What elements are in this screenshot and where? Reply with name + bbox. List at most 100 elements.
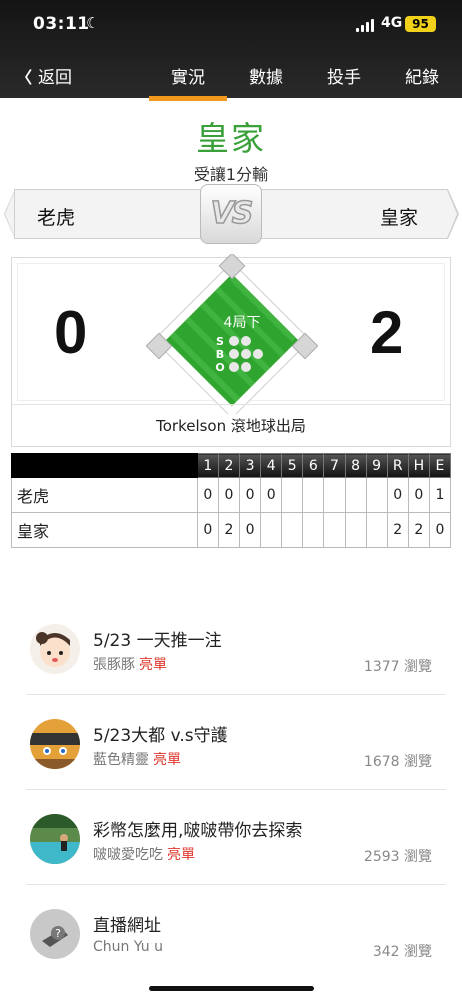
inning-label: 4局下 [224,315,261,331]
away-team-name: 老虎 [37,207,76,229]
score-cell: 0 [217,477,241,513]
col-header: 4 [260,453,283,478]
baseball-diamond: 4局下 S B O [145,254,319,414]
away-score: 0 [54,299,88,366]
list-item[interactable]: 5/23 一天推一注 張豚豚 亮單 1377 瀏覽 [26,600,446,695]
status-bar: 03:11 ☾ 4G 95 [0,14,462,38]
article-author: 藍色精靈 亮單 [93,749,181,769]
col-header: 8 [344,453,367,478]
article-author: 啵啵愛吃吃 亮單 [93,844,195,864]
article-author: Chun Yu u [93,939,163,955]
team-cell: 老虎 [11,477,198,513]
article-list: 5/23 一天推一注 張豚豚 亮單 1377 瀏覽 5/23大都 v.s守護 藍色… [26,600,446,980]
score-cell: 0 [260,477,283,513]
ball-label: B [216,348,224,361]
winner-title: 皇家 [196,119,266,158]
author-name: Chun Yu u [93,939,163,955]
article-tag: 亮單 [167,847,195,863]
author-name: 啵啵愛吃吃 [93,847,163,863]
col-header: H [407,453,430,478]
score-cell: 2 [217,512,241,548]
linescore-header: 1 2 3 4 5 6 7 8 9 R H E [11,453,452,478]
back-label: 返回 [38,68,73,88]
article-views: 1377 瀏覽 [363,659,432,675]
status-time: 03:11 [33,14,90,34]
scoreboard: 0 2 4局下 S B O Torkelson 滾地球出局 [11,254,451,447]
score-cell: 0 [428,512,452,548]
article-views: 2593 瀏覽 [363,849,432,865]
article-title: 直播網址 [93,916,161,936]
linescore-row-away: 老虎 0 0 0 0 0 0 1 [11,477,452,513]
score-cell [281,512,304,548]
pool-avatar [30,814,80,864]
list-item[interactable]: 彩幣怎麼用,啵啵帶你去探索 啵啵愛吃吃 亮單 2593 瀏覽 [26,790,446,885]
svg-text:?: ? [55,927,61,940]
network-label: 4G [381,15,403,31]
home-team-name: 皇家 [380,207,419,229]
author-name: 張豚豚 [93,657,135,673]
score-cell [344,512,367,548]
list-item[interactable]: 5/23大都 v.s守護 藍色精靈 亮單 1678 瀏覽 [26,695,446,790]
article-title: 5/23大都 v.s守護 [93,726,228,746]
score-cell [260,512,283,548]
score-cell [344,477,367,513]
author-name: 藍色精靈 [93,752,149,768]
team-cell: 皇家 [11,512,198,548]
score-cell: 2 [386,512,409,548]
battery-icon: 95 [405,16,436,32]
score-cell: 0 [407,477,430,513]
article-author: 張豚豚 亮單 [93,654,167,674]
top-bar: 03:11 ☾ 4G 95 〈 返回 實況 數據 投手 紀錄 [0,0,462,101]
article-title: 彩幣怎麼用,啵啵帶你去探索 [93,821,303,841]
last-play-text: Torkelson 滾地球出局 [12,404,450,447]
article-views: 342 瀏覽 [372,944,432,960]
cartoon-girl-avatar [30,624,80,674]
score-cell: 2 [407,512,430,548]
linescore-table: 1 2 3 4 5 6 7 8 9 R H E 老虎 0 0 0 0 0 0 1… [11,453,452,548]
home-indicator[interactable] [149,986,314,991]
home-score: 2 [370,299,404,366]
col-header: 6 [302,453,325,478]
article-title: 5/23 一天推一注 [93,631,222,651]
col-header: 2 [217,453,241,478]
signal-icon [356,19,376,32]
strike-label: S [216,335,224,348]
tab-stats[interactable]: 數據 [227,63,305,88]
col-header: E [428,453,452,478]
moon-icon: ☾ [86,14,100,32]
score-cell [281,477,304,513]
score-cell [323,477,346,513]
nav-bar: 〈 返回 實況 數據 投手 紀錄 [0,60,462,101]
ninja-avatar [30,719,80,769]
score-cell: 0 [239,512,262,548]
tab-records[interactable]: 紀錄 [383,63,461,88]
out-label: O [215,361,224,374]
col-header: 3 [239,453,262,478]
col-header: 5 [281,453,304,478]
score-cell [302,512,325,548]
team-matchup-bar: 老虎 皇家 VS [4,184,459,244]
result-subtitle: 受讓1分輸 [193,165,269,184]
tab-pitchers[interactable]: 投手 [305,63,383,88]
score-cell [323,512,346,548]
score-cell [365,512,388,548]
score-cell: 0 [239,477,262,513]
list-item[interactable]: ? 直播網址 Chun Yu u 342 瀏覽 [26,885,446,980]
col-header: 1 [196,453,219,478]
score-cell [365,477,388,513]
article-tag: 亮單 [153,752,181,768]
col-header: 7 [323,453,346,478]
score-cell [302,477,325,513]
score-cell: 1 [428,477,452,513]
article-tag: 亮單 [139,657,167,673]
tab-live[interactable]: 實況 [149,63,227,101]
chevron-left-icon: 〈 [16,67,33,87]
vs-badge: VS [200,184,262,244]
score-cell: 0 [196,512,219,548]
score-cell: 0 [196,477,219,513]
back-button[interactable]: 〈 返回 [16,63,73,89]
col-header: R [386,453,409,478]
linescore-row-home: 皇家 0 2 0 2 2 0 [11,512,452,548]
col-header: 9 [365,453,388,478]
default-avatar: ? [30,909,80,959]
